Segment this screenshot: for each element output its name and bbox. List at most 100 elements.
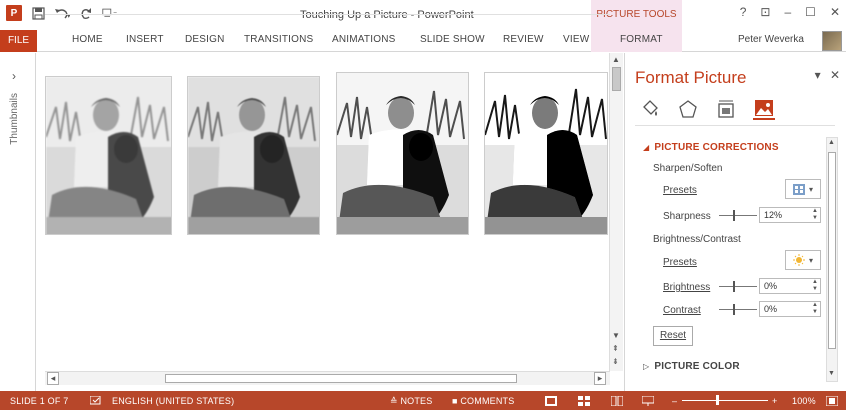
tab-view[interactable]: VIEW <box>563 34 589 45</box>
title-bar: P ▾ = Touching Up a Picture - PowerPoint… <box>0 0 846 30</box>
sharpness-spinner[interactable]: 12% ▲ ▼ <box>759 207 821 223</box>
minimize-button[interactable]: – <box>784 5 791 19</box>
size-properties-icon[interactable] <box>715 98 737 120</box>
fill-line-icon[interactable] <box>639 98 661 120</box>
pane-scrollbar[interactable]: ▲ ▼ <box>826 137 838 382</box>
language-indicator[interactable]: ENGLISH (UNITED STATES) <box>112 396 234 406</box>
brightness-slider[interactable] <box>719 281 757 292</box>
contrast-spinner[interactable]: 0% ▲ ▼ <box>759 301 821 317</box>
pane-scroll-thumb[interactable] <box>828 152 836 349</box>
pane-category-tabs <box>639 98 775 120</box>
pane-controls: ▾ ✕ <box>815 68 840 82</box>
scroll-up-icon[interactable]: ▲ <box>828 139 835 146</box>
slide-sorter-icon[interactable] <box>578 396 590 408</box>
quick-access-toolbar: P ▾ = <box>6 5 118 21</box>
normal-view-icon[interactable] <box>545 396 557 408</box>
picture-icon[interactable] <box>753 98 775 120</box>
pane-divider <box>635 125 835 126</box>
sharpness-slider[interactable] <box>719 210 757 221</box>
tab-slide-show[interactable]: SLIDE SHOW <box>420 34 485 45</box>
avatar[interactable] <box>822 31 842 51</box>
close-button[interactable]: ✕ <box>830 5 840 19</box>
tab-transitions[interactable]: TRANSITIONS <box>244 34 313 45</box>
section-picture-color[interactable]: ▷ PICTURE COLOR <box>643 361 740 372</box>
pane-options-icon[interactable]: ▾ <box>815 68 821 82</box>
expand-thumbnails-icon[interactable]: › <box>12 69 16 83</box>
sharpness-slider-knob[interactable] <box>733 210 735 221</box>
photo-soft-2[interactable] <box>187 76 320 235</box>
fit-to-window-icon[interactable] <box>825 395 839 408</box>
tab-animations[interactable]: ANIMATIONS <box>332 34 395 45</box>
notes-button[interactable]: ≙ NOTES <box>390 396 432 407</box>
section-picture-corrections[interactable]: ◢ PICTURE CORRECTIONS <box>643 142 779 153</box>
notes-icon: ≙ <box>390 396 398 406</box>
save-icon[interactable] <box>30 5 46 21</box>
zoom-in-icon[interactable]: + <box>772 396 777 406</box>
brightness-slider-knob[interactable] <box>733 281 735 292</box>
tab-file[interactable]: FILE <box>0 30 37 52</box>
tab-review[interactable]: REVIEW <box>503 34 544 45</box>
contrast-slider[interactable] <box>719 304 757 315</box>
reset-button[interactable]: Reset <box>653 326 693 346</box>
effects-icon[interactable] <box>677 98 699 120</box>
ribbon-display-icon[interactable]: ⊡ <box>760 5 770 19</box>
sharpen-presets-dropdown[interactable]: ▾ <box>785 179 821 199</box>
tab-insert[interactable]: INSERT <box>126 34 164 45</box>
user-name[interactable]: Peter Weverka <box>738 34 804 45</box>
undo-icon[interactable]: ▾ <box>54 5 70 21</box>
spelling-icon[interactable] <box>89 395 102 408</box>
scroll-down-icon[interactable]: ▼ <box>612 331 620 340</box>
slide-horizontal-scrollbar[interactable]: ◂ ▸ <box>45 371 610 385</box>
zoom-slider[interactable] <box>682 400 768 401</box>
format-picture-pane: Format Picture ▾ ✕ ◢ PICTURE CORRECTIONS … <box>624 53 846 391</box>
picture-tools-group-label: PICTURE TOOLS <box>591 0 682 30</box>
brightness-presets-dropdown[interactable]: ▾ <box>785 250 821 270</box>
contrast-slider-knob[interactable] <box>733 304 735 315</box>
zoom-out-icon[interactable]: – <box>672 396 677 406</box>
slide-counter[interactable]: SLIDE 1 OF 7 <box>10 396 68 406</box>
comments-button[interactable]: ■ COMMENTS <box>452 396 514 406</box>
brightness-contrast-label: Brightness/Contrast <box>653 234 741 245</box>
scroll-right-icon[interactable]: ▸ <box>594 372 606 385</box>
photo-soft-1[interactable] <box>45 76 172 235</box>
collapse-icon: ◢ <box>643 143 650 152</box>
comment-icon: ■ <box>452 396 458 406</box>
zoom-slider-knob[interactable] <box>716 395 719 405</box>
spinner-arrows-icon[interactable]: ▲ ▼ <box>812 302 818 316</box>
tab-format[interactable]: FORMAT <box>620 34 663 45</box>
ribbon-tabs: FILE HOME INSERT DESIGN TRANSITIONS ANIM… <box>0 30 846 52</box>
photo-sharp-2[interactable] <box>484 72 608 235</box>
close-pane-icon[interactable]: ✕ <box>830 68 840 82</box>
tab-design[interactable]: DESIGN <box>185 34 225 45</box>
maximize-button[interactable]: ☐ <box>805 5 816 19</box>
next-slide-icon[interactable]: ⇟ <box>612 357 619 366</box>
expand-icon: ▷ <box>643 362 650 371</box>
customize-icon[interactable]: = <box>102 5 118 21</box>
slide-top-edge <box>45 14 610 15</box>
scroll-left-icon[interactable]: ◂ <box>47 372 59 385</box>
reading-view-icon[interactable] <box>610 395 624 408</box>
zoom-level[interactable]: 100% <box>792 396 816 406</box>
brightness-presets-label: Presets <box>663 257 697 268</box>
scroll-down-icon[interactable]: ▼ <box>828 370 835 377</box>
slide-vertical-scrollbar[interactable]: ▲ ▼ ⇞ ⇟ <box>609 53 623 371</box>
previous-slide-icon[interactable]: ⇞ <box>612 344 619 353</box>
tab-home[interactable]: HOME <box>72 34 103 45</box>
spinner-arrows-icon[interactable]: ▲ ▼ <box>812 208 818 222</box>
powerpoint-logo-icon[interactable]: P <box>6 5 22 21</box>
brightness-spinner[interactable]: 0% ▲ ▼ <box>759 278 821 294</box>
chevron-down-icon: ▾ <box>808 184 813 194</box>
scroll-up-icon[interactable]: ▲ <box>612 55 620 64</box>
brightness-label: Brightness <box>663 282 711 293</box>
thumbnails-label[interactable]: Thumbnails <box>9 93 20 145</box>
photo-sharp-1[interactable] <box>336 72 469 235</box>
slide-show-icon[interactable] <box>641 395 655 408</box>
redo-icon[interactable] <box>78 5 94 21</box>
spinner-arrows-icon[interactable]: ▲ ▼ <box>812 279 818 293</box>
sharpness-label: Sharpness <box>663 211 711 222</box>
pane-title: Format Picture <box>635 68 747 87</box>
help-icon[interactable]: ? <box>740 5 747 19</box>
status-bar: SLIDE 1 OF 7 ENGLISH (UNITED STATES) ≙ N… <box>0 391 846 410</box>
vertical-scroll-thumb[interactable] <box>612 67 621 91</box>
horizontal-scroll-thumb[interactable] <box>165 374 517 383</box>
